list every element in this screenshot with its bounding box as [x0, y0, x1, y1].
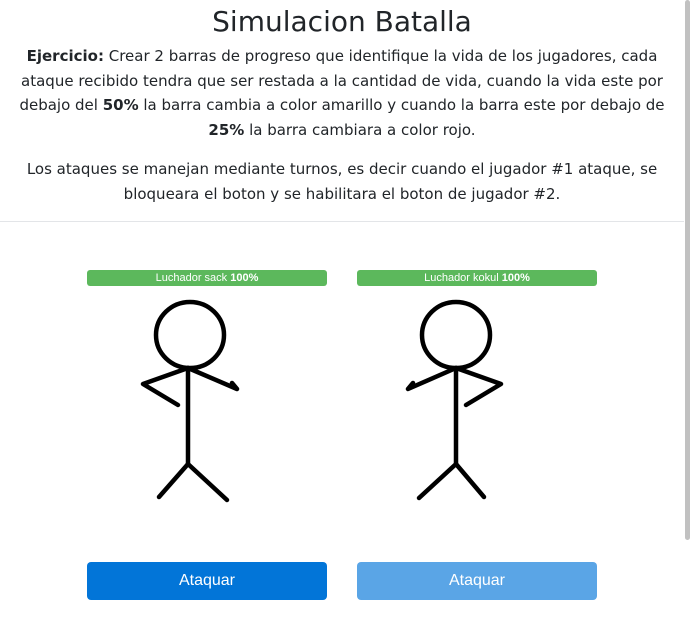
yellow-threshold: 50%	[102, 96, 139, 114]
player-2-health-bar: Luchador kokul 100%	[357, 270, 597, 286]
player-1-right-leg	[185, 461, 230, 503]
player-2-name: Luchador kokul	[424, 272, 499, 284]
description-text-2: la barra cambia a color amarillo y cuand…	[138, 96, 665, 114]
player-1-head	[153, 299, 227, 371]
player-1-attack-button[interactable]: Ataquar	[87, 562, 327, 600]
player-2-left-arm	[405, 365, 459, 392]
player-2-left-leg	[416, 461, 459, 501]
description-text-3: la barra cambiara a color rojo.	[244, 120, 476, 139]
player-2-attack-button[interactable]: Ataquar	[357, 562, 597, 600]
scrollbar-thumb[interactable]	[685, 0, 690, 540]
player-2-health-fill: Luchador kokul 100%	[357, 270, 597, 286]
battle-page: Simulacion Batalla Ejercicio: Crear 2 ba…	[0, 0, 691, 618]
player-2-right-leg	[453, 461, 487, 500]
player-1-stick-figure	[140, 299, 240, 503]
exercise-label: Ejercicio:	[26, 47, 104, 65]
player-1-left-leg	[156, 461, 191, 500]
page-title: Simulacion Batalla	[212, 5, 472, 38]
player-2-health-value: 100%	[501, 272, 530, 284]
player-1-name: Luchador sack	[155, 272, 228, 284]
vertical-scrollbar[interactable]	[684, 0, 691, 618]
player-2-right-arm	[453, 365, 504, 408]
player-1-right-arm	[185, 365, 240, 392]
turns-description: Los ataques se manejan mediante turnos, …	[26, 160, 658, 203]
section-divider	[0, 221, 684, 222]
player-1-left-arm	[140, 365, 191, 408]
player-2-head	[419, 299, 493, 371]
player-2-stick-figure	[405, 299, 504, 501]
player-1-health-bar: Luchador sack 100%	[87, 270, 327, 286]
player-1-health-fill: Luchador sack 100%	[87, 270, 327, 286]
player-1-health-value: 100%	[230, 272, 259, 284]
red-threshold: 25%	[208, 120, 245, 139]
exercise-description: Ejercicio: Crear 2 barras de progreso qu…	[0, 44, 684, 142]
